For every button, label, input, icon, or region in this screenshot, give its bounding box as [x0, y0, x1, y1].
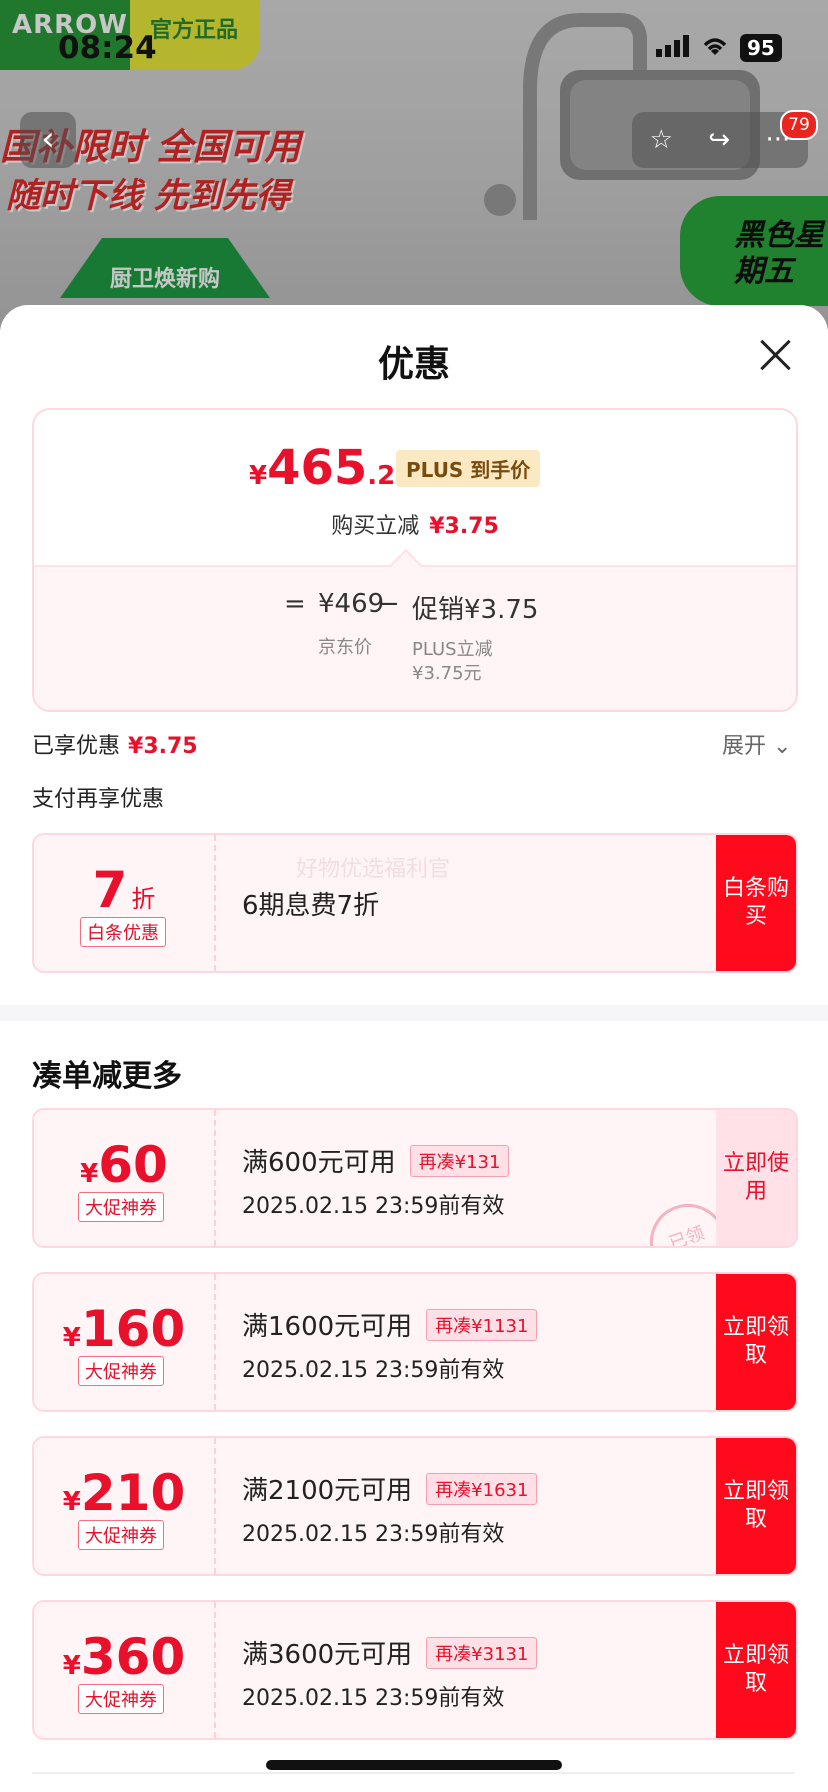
share-icon[interactable]: ↪ — [708, 125, 730, 155]
status-time: 08:24 — [58, 30, 157, 66]
coupon-condition: 满1600元可用 — [242, 1312, 413, 1342]
bottom-divider — [32, 1772, 794, 1774]
price-integer: 465 — [267, 440, 368, 496]
message-badge: 79 — [780, 110, 818, 140]
sheet-title: 优惠 — [377, 344, 450, 385]
promo-label-2: ¥3.75元 — [412, 663, 482, 684]
home-indicator[interactable] — [266, 1760, 562, 1770]
coupon-tag: 大促神券 — [78, 1684, 164, 1714]
coupon-value: ¥60 — [34, 1136, 214, 1194]
discount-value: 7 — [92, 861, 128, 919]
coupon-card[interactable]: ¥60 大促神券 满600元可用 再凑¥131 2025.02.15 23:59… — [32, 1108, 798, 1248]
coupon-condition-row: 满600元可用 再凑¥131 — [242, 1142, 510, 1179]
coupon-tag: 白条优惠 — [80, 917, 166, 947]
coupon-desc: 6期息费7折 — [242, 891, 380, 921]
expand-button[interactable]: 展开 ⌄ — [722, 728, 791, 760]
wifi-icon — [700, 35, 730, 61]
gap-tag: 再凑¥1631 — [426, 1472, 538, 1505]
coupon-value: ¥360 — [34, 1628, 214, 1686]
claim-button[interactable]: 立即领取 — [716, 1438, 796, 1574]
gap-tag: 再凑¥1131 — [426, 1308, 538, 1341]
coupon-condition: 满600元可用 — [242, 1148, 396, 1178]
yen-symbol: ¥ — [62, 1323, 81, 1353]
watermark-text: 好物优选福利官 — [296, 857, 451, 882]
signal-icon — [656, 35, 690, 61]
coupon-card[interactable]: ¥210 大促神券 满2100元可用 再凑¥1631 2025.02.15 23… — [32, 1436, 798, 1576]
status-icons: 95 — [656, 34, 782, 62]
discount-unit: 折 — [131, 885, 156, 913]
equals-sign: = — [284, 589, 306, 619]
coupon-condition-row: 满1600元可用 再凑¥1131 — [242, 1306, 538, 1343]
coupon-amount: 360 — [80, 1628, 186, 1686]
enjoyed-amount: ¥3.75 — [128, 734, 198, 759]
close-icon[interactable] — [756, 335, 796, 375]
coupon-tag: 大促神券 — [78, 1520, 164, 1550]
coupon-condition: 满3600元可用 — [242, 1640, 413, 1670]
section-title: 凑单减更多 — [32, 1059, 182, 1094]
price-breakdown: = ¥469 京东价 − 促销¥3.75 PLUS立减 ¥3.75元 — [34, 549, 796, 710]
coupon-expiry: 2025.02.15 23:59前有效 — [242, 1194, 505, 1219]
coupon-card[interactable]: ¥360 大促神券 满3600元可用 再凑¥3131 2025.02.15 23… — [32, 1600, 798, 1740]
chevron-down-icon: ⌄ — [773, 734, 792, 759]
claim-button[interactable]: 立即领取 — [716, 1274, 796, 1410]
coupon-left: ¥60 大促神券 — [34, 1110, 216, 1246]
use-now-button[interactable]: 立即使用 — [716, 1110, 796, 1246]
coupon-condition-row: 满3600元可用 再凑¥3131 — [242, 1634, 538, 1671]
coupon-expiry: 2025.02.15 23:59前有效 — [242, 1522, 505, 1547]
coupon-value: ¥160 — [34, 1300, 214, 1358]
chevron-left-icon: ‹ — [41, 119, 55, 159]
pay-more-label: 支付再享优惠 — [32, 787, 165, 812]
buy-reduce-label: 购买立减 — [331, 514, 420, 539]
jd-price: ¥469 — [318, 589, 385, 619]
coupon-amount: 160 — [80, 1300, 186, 1358]
coupon-tag: 大促神券 — [78, 1356, 164, 1386]
coupon-expiry: 2025.02.15 23:59前有效 — [242, 1686, 505, 1711]
final-price: ¥465.25 — [249, 440, 413, 496]
battery-indicator: 95 — [740, 34, 782, 62]
discount-sheet: 优惠 ¥465.25 PLUS 到手价 购买立减 ¥3.75 = ¥469 京东价… — [0, 305, 828, 1792]
coupon-condition-row: 满2100元可用 再凑¥1631 — [242, 1470, 538, 1507]
buy-reduce-amount: ¥3.75 — [429, 514, 499, 539]
coupon-tag: 大促神券 — [78, 1192, 164, 1222]
coupon-value: 7折 — [34, 861, 214, 919]
enjoyed-label: 已享优惠 — [32, 734, 121, 759]
coupon-amount: 210 — [80, 1464, 186, 1522]
coupon-condition: 满2100元可用 — [242, 1476, 413, 1506]
jd-price-label: 京东价 — [318, 637, 372, 658]
baitiao-buy-button[interactable]: 白条购买 — [716, 835, 796, 971]
minus-sign: − — [378, 589, 400, 619]
back-button[interactable]: ‹ — [20, 112, 76, 168]
star-icon[interactable]: ☆ — [650, 125, 673, 155]
price-top: ¥465.25 PLUS 到手价 购买立减 ¥3.75 — [34, 410, 796, 565]
coupon-left: ¥210 大促神券 — [34, 1438, 216, 1574]
coupon-expiry: 2025.02.15 23:59前有效 — [242, 1358, 505, 1383]
yen-symbol: ¥ — [62, 1651, 81, 1681]
promo-amount: 促销¥3.75 — [412, 595, 539, 625]
yen-symbol: ¥ — [80, 1159, 99, 1189]
claim-button[interactable]: 立即领取 — [716, 1602, 796, 1738]
plus-price-tag: PLUS 到手价 — [396, 450, 541, 487]
gap-tag: 再凑¥3131 — [426, 1636, 538, 1669]
baitiao-coupon[interactable]: 好物优选福利官 7折 白条优惠 6期息费7折 白条购买 — [32, 833, 798, 973]
coupon-amount: 60 — [98, 1136, 168, 1194]
coupon-left: 7折 白条优惠 — [34, 835, 216, 971]
coupon-left: ¥160 大促神券 — [34, 1274, 216, 1410]
coupon-value: ¥210 — [34, 1464, 214, 1522]
buy-reduce: 购买立减 ¥3.75 — [34, 508, 796, 540]
price-card: ¥465.25 PLUS 到手价 购买立减 ¥3.75 = ¥469 京东价 − … — [32, 408, 798, 712]
expand-label: 展开 — [722, 734, 767, 759]
coupon-card[interactable]: ¥160 大促神券 满1600元可用 再凑¥1131 2025.02.15 23… — [32, 1272, 798, 1412]
coupon-left: ¥360 大促神券 — [34, 1602, 216, 1738]
gap-tag: 再凑¥131 — [409, 1144, 510, 1177]
price-yen: ¥ — [249, 461, 268, 491]
enjoyed-discount: 已享优惠 ¥3.75 — [32, 728, 198, 760]
section-divider — [0, 1005, 828, 1021]
promo-label-1: PLUS立减 — [412, 639, 493, 660]
yen-symbol: ¥ — [62, 1487, 81, 1517]
